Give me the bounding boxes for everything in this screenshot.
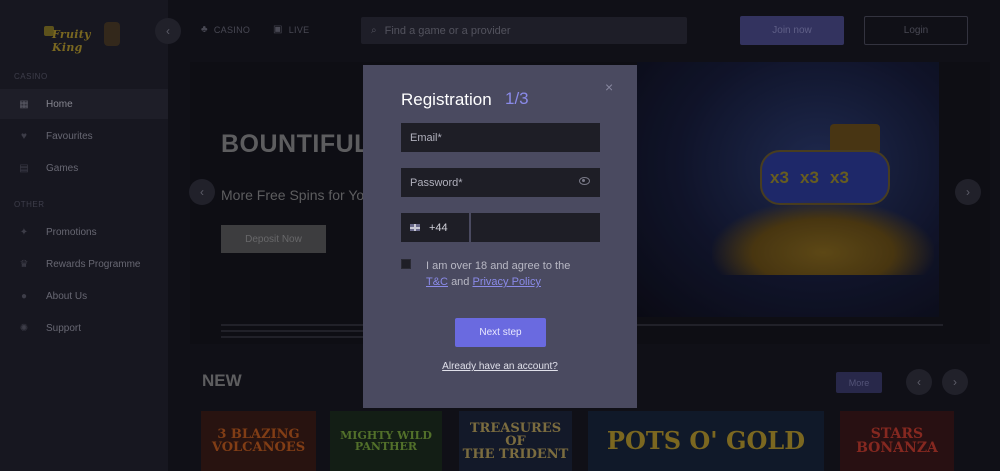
- close-icon[interactable]: ×: [605, 79, 613, 95]
- email-field-wrapper: [401, 123, 600, 152]
- already-have-account-link[interactable]: Already have an account?: [363, 361, 637, 372]
- modal-step-indicator: 1/3: [505, 89, 529, 108]
- password-field[interactable]: [410, 176, 570, 189]
- privacy-policy-link[interactable]: Privacy Policy: [472, 276, 540, 288]
- country-code-select[interactable]: +44: [401, 213, 469, 242]
- modal-title: Registration: [401, 90, 492, 109]
- terms-link[interactable]: T&C: [426, 276, 448, 288]
- next-step-button[interactable]: Next step: [455, 318, 546, 347]
- country-code-value: +44: [429, 221, 448, 234]
- uk-flag-icon: [410, 224, 420, 231]
- phone-number-field-wrapper: [471, 213, 600, 242]
- agree-label: I am over 18 and agree to the: [426, 260, 571, 272]
- password-field-wrapper: [401, 168, 600, 197]
- email-field[interactable]: [410, 131, 570, 144]
- and-text: and: [451, 276, 470, 288]
- agree-text: I am over 18 and agree to the T&C and Pr…: [426, 258, 606, 290]
- age-terms-checkbox[interactable]: [401, 259, 411, 269]
- eye-icon[interactable]: [579, 177, 590, 185]
- registration-modal: Registration 1/3 × +44 I am over 18 and …: [363, 65, 637, 408]
- phone-number-field[interactable]: [471, 213, 591, 242]
